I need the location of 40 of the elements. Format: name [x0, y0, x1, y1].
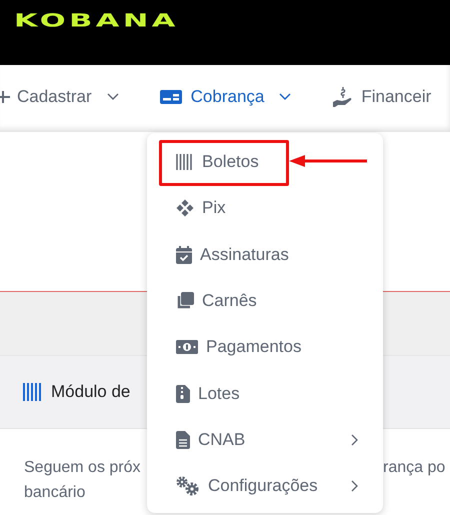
- barcode-icon: [23, 383, 43, 401]
- gears-icon: [176, 476, 200, 496]
- nav-item[interactable]: Financeir: [332, 86, 432, 108]
- chevron-right-icon: [351, 480, 359, 492]
- menu-row[interactable]: Lotes: [147, 370, 383, 417]
- menu-row[interactable]: Carnês: [147, 278, 383, 324]
- menu-item[interactable]: Assinaturas: [147, 244, 289, 265]
- copies-icon: [176, 292, 194, 310]
- menu-item[interactable]: Configurações: [147, 476, 318, 496]
- calendar-icon: [176, 246, 192, 264]
- chevron-right-icon: [351, 434, 359, 446]
- zip-file-icon: [176, 384, 190, 403]
- menu-row[interactable]: Pagamentos: [147, 324, 383, 370]
- menu-row[interactable]: Pix: [147, 185, 383, 232]
- banknote-icon: [176, 339, 198, 356]
- menu-item[interactable]: Lotes: [147, 384, 240, 404]
- menu-row[interactable]: Boletos: [147, 139, 383, 186]
- document-icon: [176, 430, 190, 449]
- menu-item[interactable]: CNAB: [147, 430, 246, 450]
- diamonds-icon: [176, 199, 194, 218]
- plus-icon: [0, 88, 10, 104]
- nav-item[interactable]: Cobrança: [160, 86, 292, 106]
- menu-item[interactable]: Carnês: [147, 291, 257, 312]
- menu-row[interactable]: Configurações: [147, 463, 383, 510]
- card-icon: [160, 88, 182, 104]
- menu-row[interactable]: CNAB: [147, 416, 383, 464]
- menu-item[interactable]: Pix: [147, 198, 226, 218]
- menu-item[interactable]: Boletos: [147, 152, 259, 172]
- menu-row[interactable]: Assinaturas: [147, 232, 383, 278]
- body-text: bancário: [24, 483, 86, 503]
- card-title: Módulo de: [51, 382, 130, 402]
- barcode-icon: [176, 154, 194, 170]
- menu-item[interactable]: Pagamentos: [147, 337, 302, 358]
- logo[interactable]: KOBANA: [14, 10, 179, 32]
- body-text: Seguem os próx: [24, 458, 142, 478]
- chevron-down-icon: [279, 92, 292, 100]
- body-text: rança po: [383, 458, 446, 478]
- hand-money-icon: [332, 86, 354, 108]
- chevron-down-icon: [106, 92, 119, 100]
- nav-item[interactable]: Cadastrar: [0, 86, 119, 106]
